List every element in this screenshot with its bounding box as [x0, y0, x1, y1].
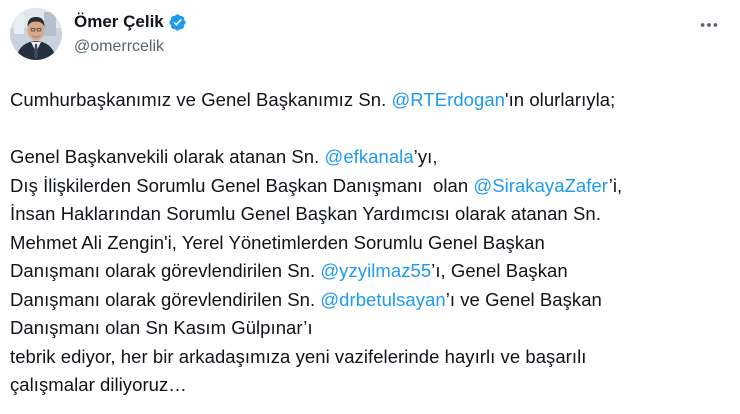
tweet-header: Ömer Çelik @omerrcelik: [10, 8, 730, 64]
tweet-line: Cumhurbaşkanımız ve Genel Başkanımız Sn.…: [10, 86, 730, 115]
text-segment: Dış İlişkilerden Sorumlu Genel Başkan Da…: [10, 174, 474, 196]
text-segment: Danışmanı olarak görevlendirilen Sn.: [10, 288, 321, 310]
author-handle[interactable]: @omerrcelik: [74, 38, 187, 56]
tweet-line: Genel Başkanvekili olarak atanan Sn. @ef…: [10, 143, 730, 172]
tweet-line: Danışmanı olarak görevlendirilen Sn. @yz…: [10, 257, 730, 286]
tweet-text: Cumhurbaşkanımız ve Genel Başkanımız Sn.…: [10, 86, 730, 400]
mention-link[interactable]: @SirakayaZafer: [473, 175, 608, 196]
name-row: Ömer Çelik: [74, 11, 187, 33]
text-segment: çalışmalar diliyoruz…: [10, 374, 187, 395]
author-display-name[interactable]: Ömer Çelik: [74, 12, 164, 32]
text-segment: tebrik ediyor, her bir arkadaşımıza yeni…: [10, 345, 587, 367]
text-segment: Danışmanı olarak görevlendirilen Sn.: [10, 260, 321, 281]
avatar[interactable]: [10, 8, 62, 60]
tweet-line: Danışmanı olarak görevlendirilen Sn. @dr…: [10, 286, 730, 315]
text-segment: Genel Başkanvekili olarak atanan Sn.: [10, 146, 325, 167]
text-segment: ’i,: [608, 174, 623, 196]
text-segment: ’yı,: [413, 146, 438, 167]
tweet-line: çalışmalar diliyoruz…: [10, 371, 730, 400]
tweet-line: tebrik ediyor, her bir arkadaşımıza yeni…: [10, 343, 730, 372]
text-segment: Cumhurbaşkanımız ve Genel Başkanımız Sn.: [10, 89, 392, 110]
verified-badge-icon: [168, 13, 187, 32]
text-segment: ’ı, Genel Başkan: [431, 260, 568, 281]
author-identity: Ömer Çelik @omerrcelik: [74, 8, 187, 56]
text-segment: ’ı ve Genel Başkan: [445, 288, 602, 310]
text-segment: Danışmanı olan Sn Kasım Gülpınar’ı: [10, 317, 313, 338]
tweet-line: Danışmanı olan Sn Kasım Gülpınar’ı: [10, 314, 730, 343]
mention-link[interactable]: @efkanala: [324, 146, 413, 167]
tweet: Ömer Çelik @omerrcelik Cumhurbaşkanımız …: [0, 0, 740, 414]
mention-link[interactable]: @yzyilmaz55: [320, 260, 431, 281]
mention-link[interactable]: @RTErdogan: [391, 89, 505, 110]
tweet-line: Mehmet Ali Zengin'i, Yerel Yönetimlerden…: [10, 229, 730, 258]
more-horizontal-icon: [700, 23, 718, 27]
tweet-line: İnsan Haklarından Sorumlu Genel Başkan Y…: [10, 200, 730, 229]
tweet-line: Dış İlişkilerden Sorumlu Genel Başkan Da…: [10, 172, 730, 201]
more-options-button[interactable]: [692, 8, 726, 42]
avatar-image: [10, 8, 62, 60]
mention-link[interactable]: @drbetulsayan: [320, 289, 445, 310]
text-segment: İnsan Haklarından Sorumlu Genel Başkan Y…: [10, 203, 601, 224]
text-segment: Mehmet Ali Zengin'i, Yerel Yönetimlerden…: [10, 231, 545, 253]
text-segment: 'ın olurlarıyla;: [505, 89, 616, 110]
